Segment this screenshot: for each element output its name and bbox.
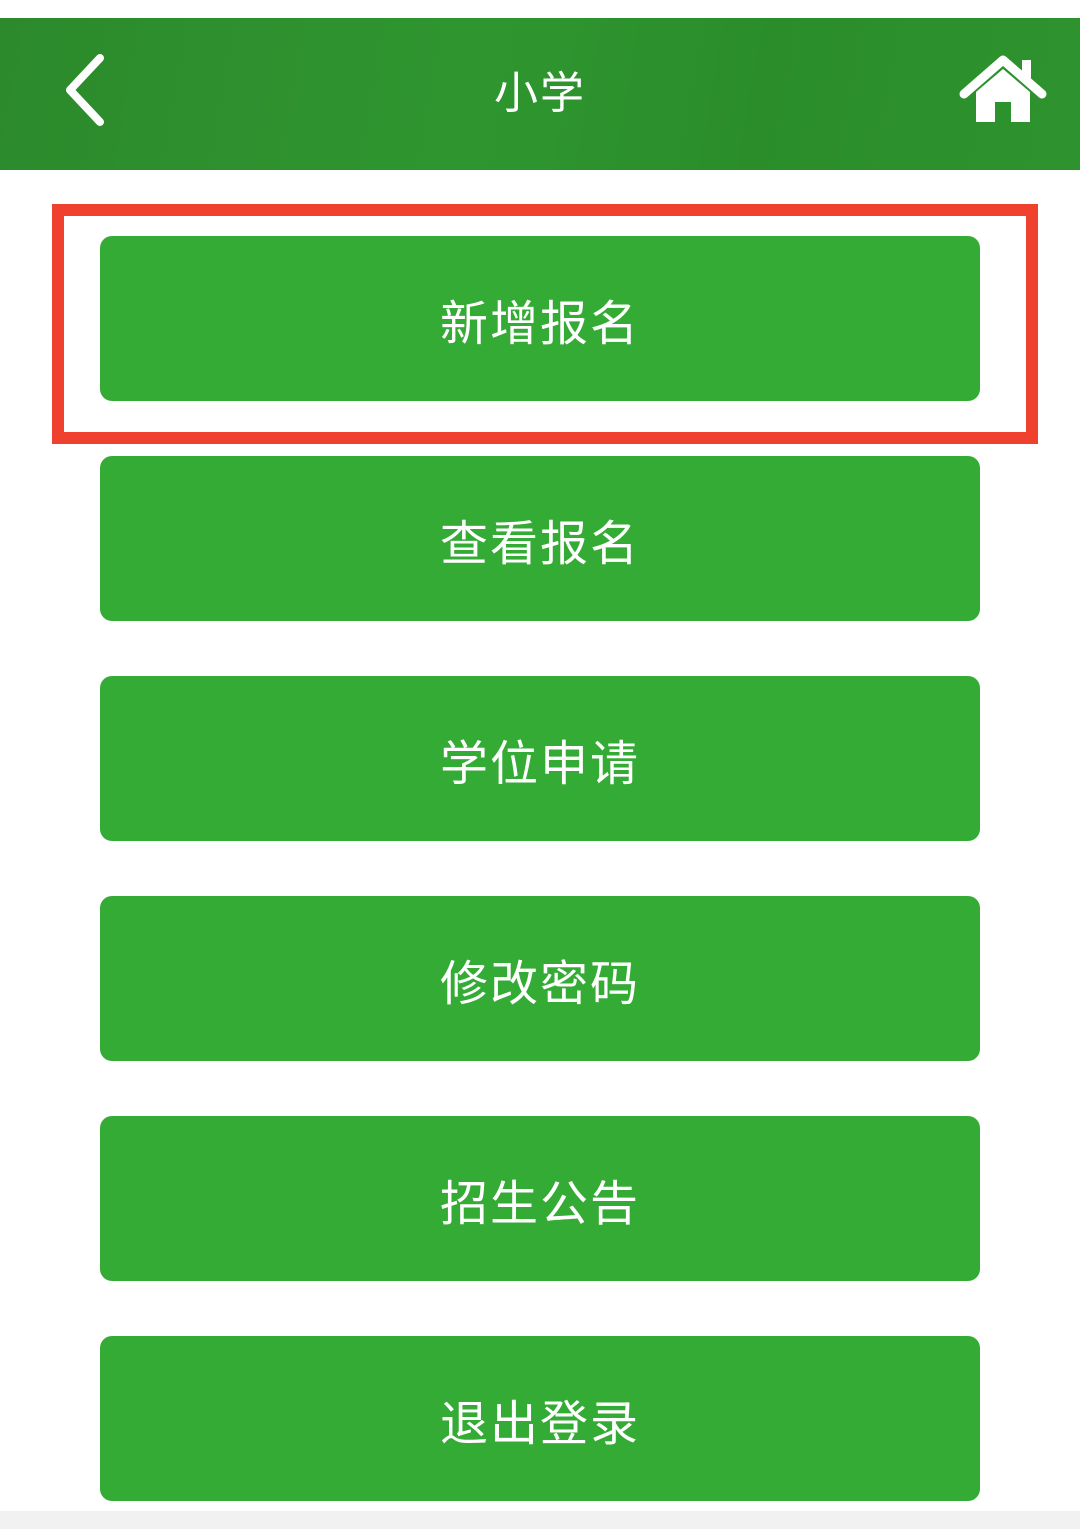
- page-title: 小学: [494, 68, 586, 119]
- home-button[interactable]: [958, 54, 1048, 126]
- top-navigation-bar: 小学: [0, 18, 1080, 170]
- change-password-button[interactable]: 修改密码: [100, 896, 980, 1061]
- home-icon: [959, 55, 1047, 122]
- bottom-divider: [0, 1511, 1080, 1529]
- logout-button[interactable]: 退出登录: [100, 1336, 980, 1501]
- view-registration-button[interactable]: 查看报名: [100, 456, 980, 621]
- degree-application-button[interactable]: 学位申请: [100, 676, 980, 841]
- new-registration-button[interactable]: 新增报名: [100, 236, 980, 401]
- enrollment-notice-button[interactable]: 招生公告: [100, 1116, 980, 1281]
